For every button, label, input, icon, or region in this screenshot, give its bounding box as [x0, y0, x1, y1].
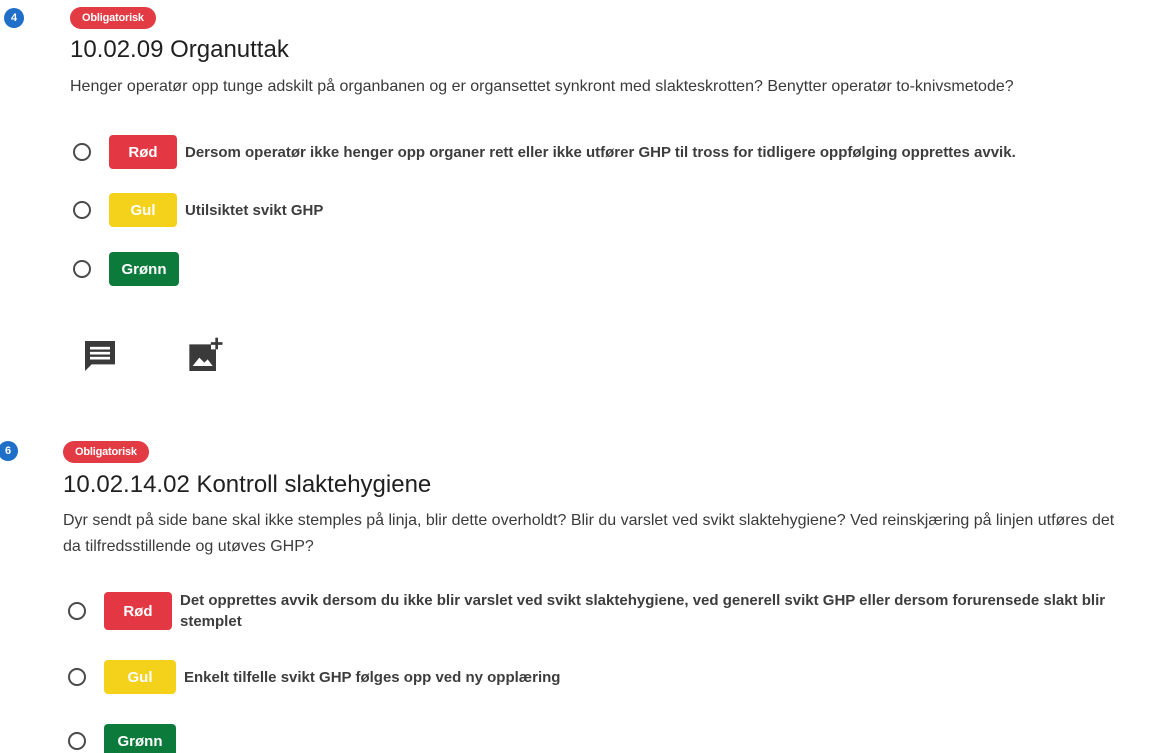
question-description: Henger operatør opp tunge adskilt på org…	[70, 78, 1014, 95]
option-red[interactable]: Rød Det opprettes avvik dersom du ikke b…	[68, 590, 1140, 632]
option-description: Det opprettes avvik dersom du ikke blir …	[180, 592, 1106, 630]
question-number: 4	[4, 8, 24, 28]
comment-button[interactable]	[76, 334, 124, 378]
option-description: Utilsiktet svikt GHP	[185, 201, 324, 219]
add-photo-icon	[189, 337, 223, 371]
option-description: Dersom operatør ikke henger opp organer …	[185, 143, 1016, 161]
status-tag-red: Rød	[109, 135, 177, 169]
option-yellow[interactable]: Gul Enkelt tilfelle svikt GHP følges opp…	[68, 660, 560, 694]
comment-icon	[85, 341, 115, 371]
question-title: 10.02.09 Organuttak	[70, 36, 289, 63]
status-tag-yellow: Gul	[109, 193, 177, 227]
radio-button[interactable]	[68, 732, 86, 750]
mandatory-badge: Obligatorisk	[70, 7, 156, 29]
add-image-button[interactable]	[182, 334, 230, 378]
radio-button[interactable]	[73, 143, 91, 161]
status-tag-green: Grønn	[104, 724, 176, 753]
option-yellow[interactable]: Gul Utilsiktet svikt GHP	[73, 193, 323, 227]
status-tag-green: Grønn	[109, 252, 179, 286]
radio-button[interactable]	[73, 201, 91, 219]
option-description: Enkelt tilfelle svikt GHP følges opp ved…	[184, 668, 561, 686]
option-red[interactable]: Rød Dersom operatør ikke henger opp orga…	[73, 135, 1016, 169]
option-green[interactable]: Grønn	[68, 724, 176, 753]
status-tag-yellow: Gul	[104, 660, 176, 694]
radio-button[interactable]	[68, 602, 86, 620]
radio-button[interactable]	[73, 260, 91, 278]
question-title: 10.02.14.02 Kontroll slaktehygiene	[63, 471, 432, 498]
checklist-page: 4 Obligatorisk 10.02.09 Organuttak Henge…	[0, 0, 1150, 753]
status-tag-red: Rød	[104, 592, 172, 630]
option-green[interactable]: Grønn	[73, 252, 179, 286]
radio-button[interactable]	[68, 668, 86, 686]
question-description: Dyr sendt på side bane skal ikke stemple…	[63, 512, 1115, 555]
question-number: 6	[0, 441, 18, 461]
mandatory-badge: Obligatorisk	[63, 441, 149, 463]
